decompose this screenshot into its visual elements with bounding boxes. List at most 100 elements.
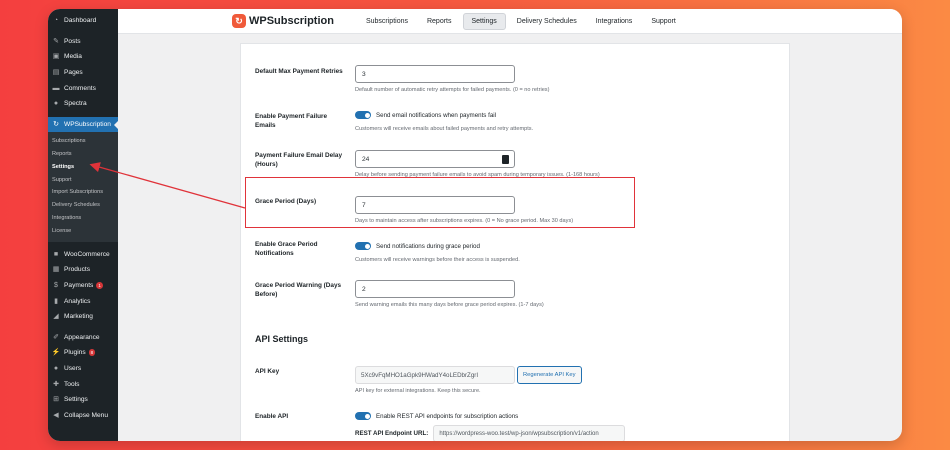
settings-icon: ⊞ bbox=[53, 396, 59, 404]
sidebar-item-products[interactable]: ▦ Products bbox=[48, 262, 118, 278]
setting-label: Enable API bbox=[255, 413, 289, 420]
setting-label: Grace Period Warning (Days Before) bbox=[255, 282, 342, 298]
endpoint-label: REST API Endpoint URL: bbox=[355, 430, 429, 437]
brand-logo-icon: ↻ bbox=[232, 14, 246, 28]
sidebar-item-label: WPSubscription bbox=[64, 120, 111, 128]
sidebar-item-label: Dashboard bbox=[64, 17, 97, 25]
submenu-integrations[interactable]: Integrations bbox=[48, 212, 118, 225]
sidebar-item-analytics[interactable]: ▮ Analytics bbox=[48, 293, 118, 309]
tab-delivery-schedules[interactable]: Delivery Schedules bbox=[509, 14, 585, 29]
tab-subscriptions[interactable]: Subscriptions bbox=[358, 14, 416, 29]
stepper-icon[interactable] bbox=[502, 155, 509, 164]
sidebar-item-wpsubscription[interactable]: ↻ WPSubscription bbox=[48, 116, 118, 133]
marketing-icon: ◢ bbox=[53, 313, 59, 321]
input-value: 24 bbox=[362, 156, 370, 163]
tab-settings[interactable]: Settings bbox=[462, 12, 506, 30]
users-icon: ● bbox=[53, 364, 59, 372]
setting-description: API key for external integrations. Keep … bbox=[355, 388, 481, 395]
sidebar-item-label: Comments bbox=[64, 84, 96, 92]
grace-notifications-toggle[interactable] bbox=[355, 242, 371, 250]
sidebar-item-appearance[interactable]: ✐ Appearance bbox=[48, 330, 118, 346]
toggle-label: Enable REST API endpoints for subscripti… bbox=[376, 412, 519, 420]
tab-integrations[interactable]: Integrations bbox=[588, 14, 641, 29]
sidebar-item-label: Settings bbox=[64, 396, 88, 404]
brand[interactable]: ↻ WPSubscription bbox=[232, 14, 334, 28]
setting-description: Customers will receive warnings before t… bbox=[355, 257, 520, 263]
tools-icon: ✚ bbox=[53, 380, 59, 388]
submenu-delivery-schedules[interactable]: Delivery Schedules bbox=[48, 199, 118, 212]
sidebar-item-label: Pages bbox=[64, 69, 83, 77]
sidebar-item-label: Users bbox=[64, 364, 82, 372]
plugin-top-nav: ↻ WPSubscription Subscriptions Reports S… bbox=[118, 9, 902, 34]
sidebar-item-label: Tools bbox=[64, 380, 80, 388]
submenu-support[interactable]: Support bbox=[48, 174, 118, 187]
pin-icon: ✎ bbox=[53, 37, 59, 45]
admin-sidebar: ◔ Dashboard ✎ Posts ▣ Media ▤ Pages ▬ Comment… bbox=[48, 9, 118, 441]
tab-reports[interactable]: Reports bbox=[419, 14, 460, 29]
sidebar-item-woocommerce[interactable]: ■ WooCommerce bbox=[48, 247, 118, 263]
spectra-icon: ● bbox=[53, 100, 59, 108]
sidebar-item-label: Appearance bbox=[64, 333, 100, 341]
payments-icon: $ bbox=[54, 282, 58, 290]
settings-panel: Default Max Payment Retries 3 Default nu… bbox=[240, 43, 790, 441]
appearance-icon: ✐ bbox=[53, 333, 59, 341]
sidebar-item-plugins[interactable]: ⚡ Plugins 8 bbox=[48, 345, 118, 361]
submenu-reports[interactable]: Reports bbox=[48, 148, 118, 161]
woo-icon: ■ bbox=[53, 250, 59, 258]
sidebar-item-collapse[interactable]: ◀ Collapse Menu bbox=[48, 407, 118, 423]
submenu-subscriptions[interactable]: Subscriptions bbox=[48, 135, 118, 148]
media-icon: ▣ bbox=[52, 53, 60, 61]
tab-support[interactable]: Support bbox=[643, 14, 684, 29]
dashboard-icon: ◔ bbox=[53, 17, 59, 25]
grace-warning-input[interactable]: 2 bbox=[355, 280, 515, 298]
api-section-title: API Settings bbox=[255, 334, 309, 344]
sidebar-item-marketing[interactable]: ◢ Marketing bbox=[48, 309, 118, 325]
setting-description: Default number of automatic retry attemp… bbox=[355, 87, 550, 93]
plugins-badge: 8 bbox=[88, 349, 96, 357]
failure-emails-toggle[interactable] bbox=[355, 111, 371, 119]
sidebar-item-label: Collapse Menu bbox=[64, 411, 108, 419]
sidebar-item-label: Analytics bbox=[64, 297, 91, 305]
enable-api-toggle[interactable] bbox=[355, 412, 371, 420]
sidebar-item-dashboard[interactable]: ◔ Dashboard bbox=[48, 13, 118, 29]
payments-badge: 1 bbox=[96, 282, 103, 290]
sidebar-item-posts[interactable]: ✎ Posts bbox=[48, 34, 118, 50]
sidebar-submenu: Subscriptions Reports Settings Support I… bbox=[48, 132, 118, 242]
sidebar-item-label: Plugins bbox=[64, 349, 86, 357]
submenu-settings[interactable]: Settings bbox=[48, 161, 118, 174]
toggle-label: Send notifications during grace period bbox=[376, 242, 480, 250]
sidebar-item-label: Payments bbox=[64, 282, 94, 290]
sidebar-item-tools[interactable]: ✚ Tools bbox=[48, 376, 118, 392]
max-retries-input[interactable]: 3 bbox=[355, 65, 515, 83]
endpoint-url-field[interactable]: https://wordpress-woo.test/wp-json/wpsub… bbox=[433, 425, 626, 441]
failure-delay-input[interactable]: 24 bbox=[355, 150, 515, 168]
grace-period-highlight-box bbox=[245, 177, 635, 228]
setting-label: Payment Failure Email Delay (Hours) bbox=[255, 152, 343, 168]
sidebar-item-pages[interactable]: ▤ Pages bbox=[48, 65, 118, 81]
sidebar-item-settings[interactable]: ⊞ Settings bbox=[48, 392, 118, 408]
sidebar-item-label: Posts bbox=[64, 37, 81, 45]
setting-label: Enable Grace Period Notifications bbox=[255, 241, 318, 257]
analytics-icon: ▮ bbox=[54, 297, 58, 305]
sidebar-item-users[interactable]: ● Users bbox=[48, 361, 118, 377]
sidebar-item-comments[interactable]: ▬ Comments bbox=[48, 80, 118, 96]
sidebar-item-payments[interactable]: $ Payments 1 bbox=[48, 278, 118, 294]
toggle-label: Send email notifications when payments f… bbox=[376, 111, 497, 119]
pages-icon: ▤ bbox=[52, 69, 60, 77]
setting-label: Default Max Payment Retries bbox=[255, 68, 343, 75]
submenu-import-subscriptions[interactable]: Import Subscriptions bbox=[48, 186, 118, 199]
comments-icon: ▬ bbox=[52, 84, 60, 92]
setting-label: API Key bbox=[255, 368, 280, 375]
setting-description: Send warning emails this many days befor… bbox=[355, 302, 544, 308]
sidebar-item-spectra[interactable]: ● Spectra bbox=[48, 96, 118, 112]
sidebar-item-label: Media bbox=[64, 53, 82, 61]
regenerate-api-key-button[interactable]: Regenerate API Key bbox=[517, 366, 582, 384]
sidebar-item-label: Marketing bbox=[64, 313, 93, 321]
api-key-field[interactable]: 5Xc9vFqMHO1aGpk9HWadY4oLEDbrZgrI bbox=[355, 366, 515, 384]
products-icon: ▦ bbox=[52, 266, 60, 274]
sidebar-item-media[interactable]: ▣ Media bbox=[48, 49, 118, 65]
subscription-icon: ↻ bbox=[53, 120, 59, 128]
sidebar-item-label: Spectra bbox=[64, 100, 87, 108]
submenu-license[interactable]: License bbox=[48, 225, 118, 238]
plugins-icon: ⚡ bbox=[51, 349, 61, 357]
